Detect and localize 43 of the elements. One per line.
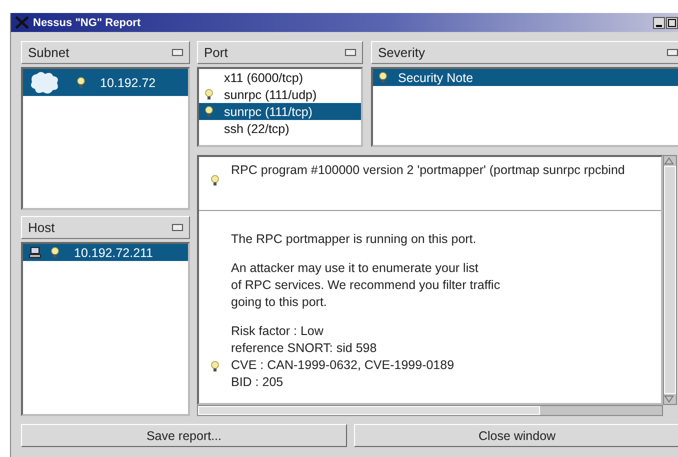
list-item[interactable]: sunrpc (111/udp) [199,86,361,103]
lightbulb-icon [211,361,219,372]
lightbulb-icon [51,247,59,258]
down-arrow-icon[interactable] [664,395,674,403]
lightbulb-icon [211,175,219,186]
lightbulb-icon [205,106,213,117]
list-item[interactable]: 10.192.72.211 [23,244,188,261]
lightbulb-icon [77,77,85,88]
item-label: 10.192.72.211 [74,246,154,260]
maximize-button[interactable] [666,16,678,28]
pane-header[interactable]: Severity [371,41,678,64]
up-arrow-icon[interactable] [664,157,674,165]
item-label: sunrpc (111/tcp) [224,104,312,118]
report-paragraph: An attacker may use it to enumerate your list of RPC services. We recommend you filter traffic going to this port. [231,260,500,311]
report-paragraph: RPC program #100000 version 2 'portmapper' (portmap sunrpc rpcbind [231,162,625,179]
report-paragraph: The RPC portmapper is running on this port. [231,231,478,248]
computer-icon [29,247,41,258]
report-paragraph: Risk factor : Low reference SNORT: sid 598 CVE : CAN-1999-0632, CVE-1999-0189 BID : 205 [231,323,456,391]
minimize-button[interactable] [653,16,665,28]
list-item[interactable]: 10.192.72 [23,69,188,96]
dialog-button[interactable]: Save report... [21,424,347,447]
dialog-button[interactable]: Close window [354,424,678,447]
minimize-icon [656,24,662,26]
item-label: 10.192.72 [100,76,156,90]
item-label: sunrpc (111/udp) [224,88,317,102]
pane-header[interactable]: Port [197,41,363,64]
horizontal-scrollbar[interactable] [197,405,663,416]
vertical-scrollbar[interactable] [663,155,677,405]
lightbulb-icon [379,72,387,83]
item-label: ssh (22/tcp) [224,122,290,136]
x-logo-icon [15,16,29,29]
pane-header[interactable]: Subnet [21,41,190,64]
item-label: Security Note [398,70,474,84]
maximize-icon [668,18,676,26]
list-item[interactable]: sunrpc (111/tcp) [199,103,361,120]
cloud-icon [29,70,61,96]
list-item[interactable]: x11 (6000/tcp) [199,69,361,86]
pane-header[interactable]: Host [21,216,190,239]
list-item[interactable]: Security Note [373,69,678,86]
item-label: x11 (6000/tcp) [224,70,303,84]
list-item[interactable]: ssh (22/tcp) [199,120,361,137]
window-title: Nessus "NG" Report [33,16,141,28]
lightbulb-icon [205,89,213,100]
